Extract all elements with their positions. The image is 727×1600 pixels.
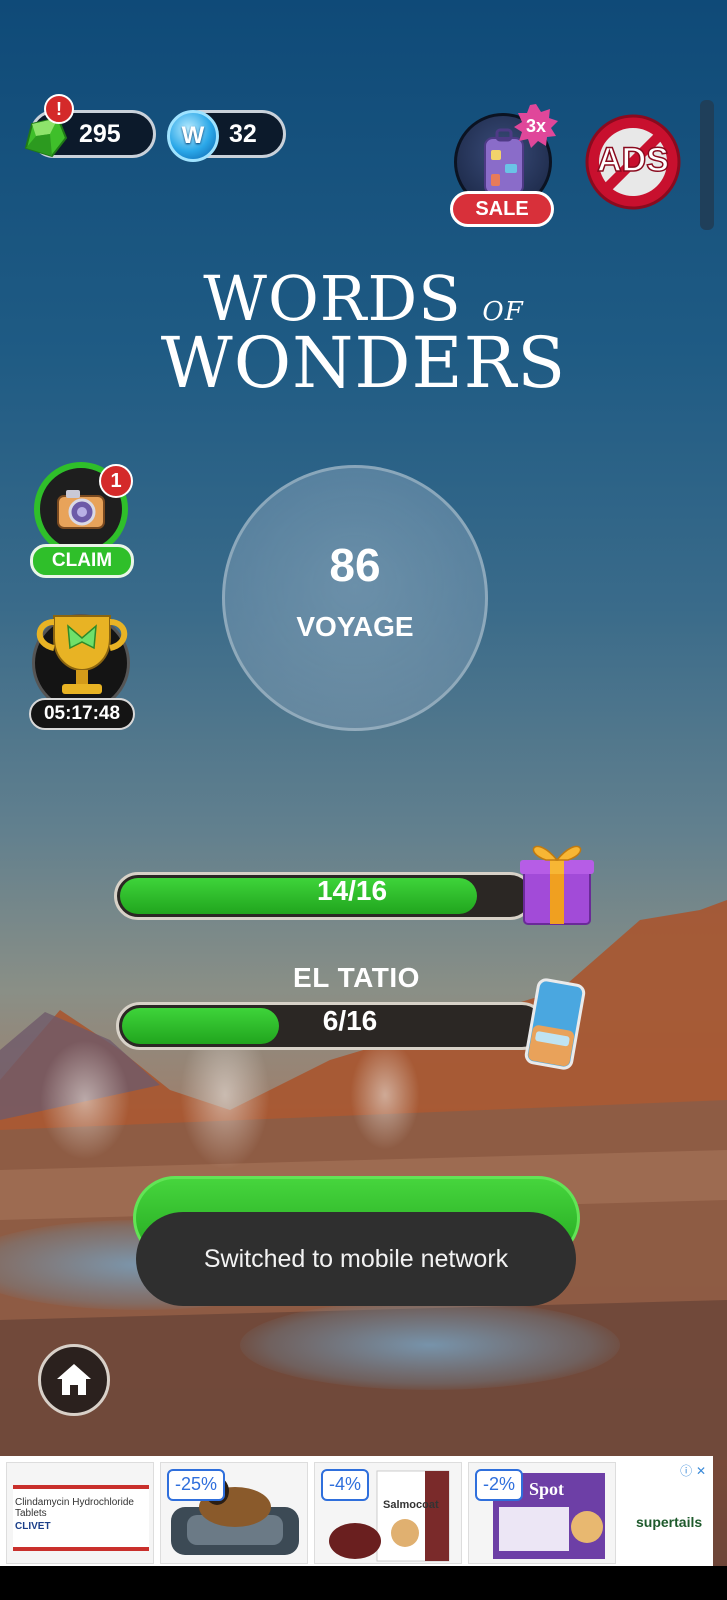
ad-card-3[interactable]: Salmocoat -4%: [314, 1462, 462, 1564]
trophy-icon: [36, 615, 128, 694]
game-title-line2: WONDERS: [160, 322, 567, 404]
geyser-steam: [40, 1040, 130, 1160]
ad-card-4[interactable]: Spot -2%: [468, 1462, 616, 1564]
coin-icon: W: [167, 110, 219, 162]
next-location-name: EL TATIO: [293, 962, 420, 993]
ad-card-1-text: Clindamycin Hydrochloride Tablets: [15, 1497, 134, 1519]
level-number: 86: [329, 539, 381, 591]
location-progress-bar: 6/16: [116, 1002, 546, 1050]
sponsor-logo: supertails: [636, 1514, 703, 1530]
level-button[interactable]: [222, 465, 488, 731]
gift-progress-bar: 14/16: [114, 872, 534, 920]
gems-value: 295: [79, 120, 121, 148]
ad-card-1-brand: CLIVET: [15, 1521, 51, 1532]
home-icon: [57, 1364, 91, 1395]
location-progress-text: 6/16: [322, 1005, 378, 1036]
ad-choices-icon[interactable]: ⓘ ✕: [680, 1462, 706, 1479]
system-nav-strip: [0, 1566, 727, 1600]
gift-progress-text: 14/16: [316, 875, 388, 906]
gems-alert-badge: !: [44, 94, 74, 124]
sale-label: SALE: [450, 191, 554, 227]
remove-ads-label: ADS: [596, 140, 669, 180]
album-badge: 1: [99, 464, 133, 498]
coins-value: 32: [229, 120, 257, 148]
claim-label[interactable]: CLAIM: [30, 544, 134, 578]
level-name: VOYAGE: [296, 611, 414, 642]
ad-card-1[interactable]: Clindamycin Hydrochloride Tablets CLIVET: [6, 1462, 154, 1564]
edge-panel-handle[interactable]: [700, 100, 714, 230]
ad-sponsor[interactable]: ⓘ ✕ supertails: [626, 1462, 712, 1564]
game-screen: 295 ! 32 W 3x SALE ADS WORDS OF WONDERS …: [0, 0, 727, 1600]
ad-card-4-discount: -2%: [475, 1469, 524, 1501]
ad-card-3-product: Salmocoat: [383, 1499, 439, 1511]
ad-card-3-discount: -4%: [321, 1469, 370, 1501]
remove-ads-button[interactable]: ADS: [583, 112, 683, 212]
event-timer: 05:17:48: [29, 698, 135, 730]
network-toast: Switched to mobile network: [136, 1212, 576, 1306]
geyser-steam: [350, 1040, 420, 1150]
gift-icon[interactable]: [516, 830, 598, 928]
ad-card-2[interactable]: -25%: [160, 1462, 308, 1564]
ad-card-2-discount: -25%: [167, 1469, 226, 1501]
multiplier-label: 3x: [525, 116, 547, 136]
ad-card-4-product: Spot: [529, 1479, 565, 1499]
home-button[interactable]: [38, 1344, 110, 1416]
thermal-pool: [240, 1300, 620, 1390]
ad-card-1-image: Clindamycin Hydrochloride Tablets CLIVET: [13, 1485, 149, 1551]
location-card-icon[interactable]: [522, 976, 588, 1072]
